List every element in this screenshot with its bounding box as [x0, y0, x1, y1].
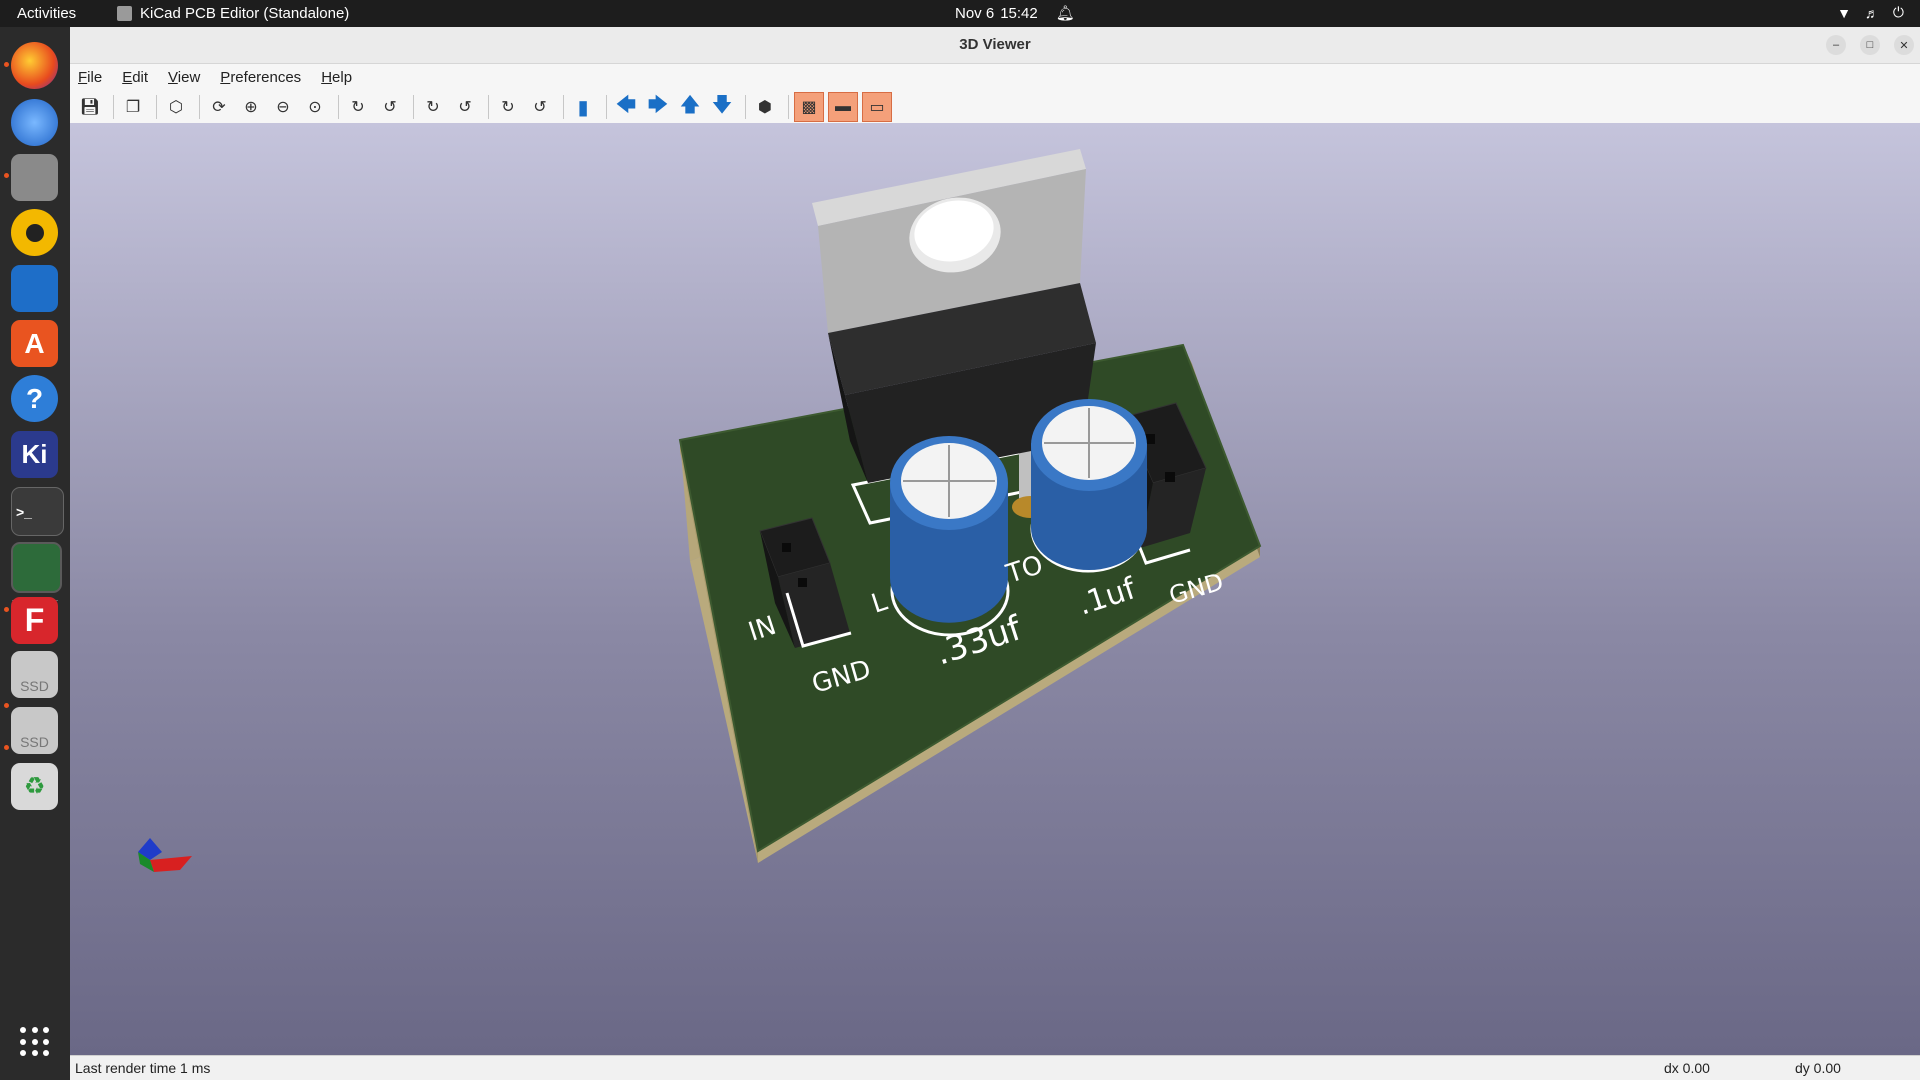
toolbar-separator — [788, 95, 789, 119]
maximize-button[interactable]: □ — [1860, 35, 1880, 55]
menu-help[interactable]: Help — [321, 69, 352, 86]
pan-left-icon[interactable]: 🡄 — [612, 93, 640, 121]
show-virtual-models-icon[interactable]: ▭ — [862, 92, 892, 122]
menu-bar: File Edit View Preferences Help — [70, 64, 1920, 90]
clock[interactable]: Nov 6 15:42 🔔︎ — [955, 4, 1075, 23]
show-smd-models-icon[interactable]: ▬ — [828, 92, 858, 122]
running-indicator — [4, 745, 9, 750]
toolbar-separator — [338, 95, 339, 119]
system-tray[interactable]: ▼ ♬ ⏻ — [1837, 4, 1904, 21]
pan-right-icon[interactable]: 🡆 — [644, 93, 672, 121]
pan-up-icon[interactable]: 🡅 — [676, 93, 704, 121]
toolbar-separator — [199, 95, 200, 119]
bell-icon: 🔔︎ — [1055, 5, 1075, 22]
copy-clipboard-icon[interactable]: ❐ — [119, 93, 147, 121]
kicad-app-icon — [117, 6, 132, 21]
export-image-icon[interactable]: 💾︎ — [76, 93, 104, 121]
3d-viewer-window: 3D Viewer – □ ✕ File Edit View Preferenc… — [70, 27, 1920, 1080]
app-menu[interactable]: KiCad PCB Editor (Standalone) — [117, 5, 349, 22]
show-apps-icon[interactable] — [20, 1027, 50, 1057]
zoom-in-icon[interactable]: ⊕ — [237, 93, 265, 121]
toolbar: 💾︎ ❐ ⬡ ⟳ ⊕ ⊖ ⊙ ↻ ↺ ↻ ↺ ↻ ↺ ▮ 🡄 🡆 🡅 🡇 ⬢ ▩… — [70, 90, 1920, 125]
activities-button[interactable]: Activities — [17, 5, 76, 22]
menu-view[interactable]: View — [168, 69, 200, 86]
pan-down-icon[interactable]: 🡇 — [708, 93, 736, 121]
header-pin — [1165, 472, 1175, 482]
rhythmbox-icon[interactable] — [11, 209, 58, 256]
toolbar-separator — [563, 95, 564, 119]
pcb-editor-icon[interactable] — [11, 542, 62, 593]
system-top-bar: Activities KiCad PCB Editor (Standalone)… — [0, 0, 1920, 27]
redraw-icon[interactable]: ⟳ — [205, 93, 233, 121]
freecad-icon[interactable]: F — [11, 597, 58, 644]
status-bar: Last render time 1 ms dx 0.00 dy 0.00 — [70, 1055, 1920, 1080]
menu-preferences[interactable]: Preferences — [220, 69, 301, 86]
rotate-x-cw-icon[interactable]: ↻ — [344, 93, 372, 121]
ssd-drive-icon-2[interactable]: SSD — [11, 707, 58, 754]
ssd-drive-icon[interactable]: SSD — [11, 651, 58, 698]
wifi-icon: ▼ — [1837, 4, 1851, 21]
zoom-out-icon[interactable]: ⊖ — [269, 93, 297, 121]
reload-board-icon[interactable]: ⬡ — [162, 93, 190, 121]
toolbar-separator — [113, 95, 114, 119]
show-tht-models-icon[interactable]: ▩ — [794, 92, 824, 122]
flip-board-icon[interactable]: ▮ — [569, 93, 597, 121]
close-button[interactable]: ✕ — [1894, 35, 1914, 55]
running-indicator — [4, 173, 9, 178]
toolbar-separator — [488, 95, 489, 119]
3d-scene: IN L TO GND .33uf .1uf GND — [138, 149, 1262, 872]
window-title: 3D Viewer — [959, 36, 1031, 53]
dock: A ? Ki >_ F SSD SSD ♻ — [0, 27, 70, 1080]
writer-icon[interactable] — [11, 265, 58, 312]
ortho-projection-icon[interactable]: ⬢ — [751, 93, 779, 121]
power-icon: ⏻ — [1892, 4, 1904, 20]
running-indicator — [4, 703, 9, 708]
running-indicator — [4, 62, 9, 67]
app-name: KiCad PCB Editor (Standalone) — [140, 5, 350, 22]
toolbar-separator — [745, 95, 746, 119]
trash-icon[interactable]: ♻ — [11, 763, 58, 810]
axis-gizmo — [138, 838, 192, 872]
dx-readout: dx 0.00 — [1664, 1060, 1710, 1076]
minimize-button[interactable]: – — [1826, 35, 1846, 55]
toolbar-separator — [413, 95, 414, 119]
render-time-label: Last render time 1 ms — [75, 1060, 211, 1076]
kicad-icon[interactable]: Ki — [11, 431, 58, 478]
header-pin — [798, 578, 807, 587]
volume-icon: ♬ — [1864, 4, 1879, 21]
toolbar-separator — [606, 95, 607, 119]
menu-edit[interactable]: Edit — [122, 69, 148, 86]
rotate-z-ccw-icon[interactable]: ↺ — [526, 93, 554, 121]
app-center-icon[interactable]: A — [11, 320, 58, 367]
files-icon[interactable] — [11, 154, 58, 201]
toolbar-separator — [156, 95, 157, 119]
time-label: 15:42 — [1000, 4, 1038, 22]
menu-file[interactable]: File — [78, 69, 102, 86]
rotate-y-cw-icon[interactable]: ↻ — [419, 93, 447, 121]
rotate-x-ccw-icon[interactable]: ↺ — [376, 93, 404, 121]
rotate-y-ccw-icon[interactable]: ↺ — [451, 93, 479, 121]
firefox-icon[interactable] — [11, 42, 58, 89]
3d-viewport[interactable]: IN L TO GND .33uf .1uf GND — [70, 123, 1920, 1056]
running-indicator — [4, 607, 9, 612]
date-label: Nov 6 — [955, 4, 995, 22]
thunderbird-icon[interactable] — [11, 99, 58, 146]
header-pin — [782, 543, 791, 552]
rotate-z-cw-icon[interactable]: ↻ — [494, 93, 522, 121]
dy-readout: dy 0.00 — [1795, 1060, 1841, 1076]
title-bar[interactable]: 3D Viewer – □ ✕ — [70, 27, 1920, 64]
zoom-fit-icon[interactable]: ⊙ — [301, 93, 329, 121]
help-icon[interactable]: ? — [11, 375, 58, 422]
terminal-icon[interactable]: >_ — [11, 487, 64, 536]
